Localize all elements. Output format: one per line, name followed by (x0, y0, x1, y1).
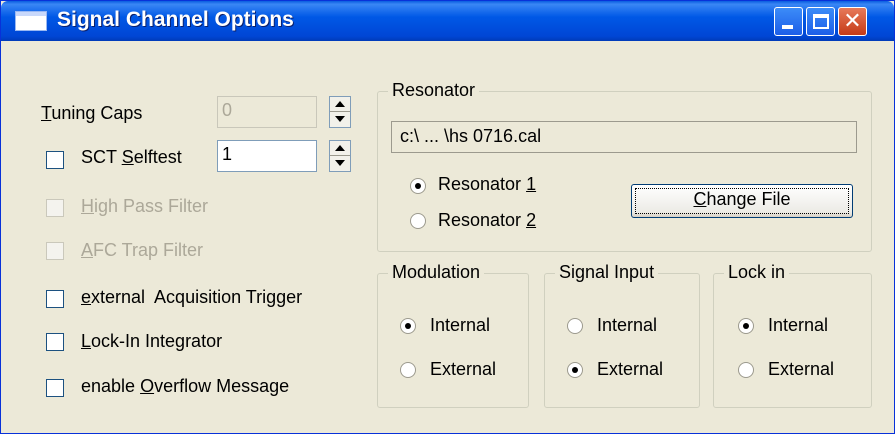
signal-input-group-title: Signal Input (555, 262, 659, 283)
high-pass-filter-checkbox (46, 199, 64, 217)
lock-in-internal-label: Internal (768, 315, 829, 335)
high-pass-filter-rest: igh Pass Filter (94, 196, 209, 216)
lock-in-integrator-rest: ock-In Integrator (91, 331, 223, 351)
dialog-client-area: Tuning Caps 0 SCT Selftest 1 High Pass F… (5, 41, 890, 429)
external-acquisition-trigger-rest: xternal Acquisition Trigger (91, 287, 303, 307)
modulation-internal-radio[interactable] (400, 318, 416, 334)
external-acquisition-trigger-accel: e (81, 287, 92, 307)
focus-rect (635, 188, 849, 214)
high-pass-filter-label: High Pass Filter (81, 196, 208, 217)
external-acquisition-trigger-label: external Acquisition Trigger (81, 287, 302, 308)
spin-down-icon[interactable] (330, 156, 350, 171)
resonator-group-title: Resonator (388, 80, 480, 101)
sct-selftest-prefix: SCT (81, 147, 122, 167)
change-file-button[interactable]: Change File (631, 184, 853, 218)
tuning-caps-spinner[interactable] (329, 96, 351, 128)
window-icon (15, 11, 47, 31)
close-button[interactable]: ✕ (838, 7, 867, 36)
high-pass-filter-accel: H (81, 196, 94, 216)
sct-selftest-label: SCT Selftest (81, 147, 182, 168)
sct-selftest-checkbox[interactable] (46, 151, 64, 169)
lock-in-external-radio[interactable] (738, 362, 754, 378)
spin-up-icon[interactable] (330, 97, 350, 112)
window-title: Signal Channel Options (57, 8, 294, 31)
afc-trap-filter-rest: FC Trap Filter (93, 240, 204, 260)
resonator-file-path: c:\ ... \hs 0716.cal (391, 121, 857, 153)
resonator-2-radio[interactable] (410, 213, 426, 229)
resonator-2-prefix: Resonator (438, 210, 527, 230)
sct-selftest-accel: S (121, 147, 134, 167)
resonator-2-label: Resonator 2 (438, 210, 536, 231)
sct-selftest-rest: elftest (133, 147, 182, 167)
overflow-message-prefix: enable (81, 376, 141, 396)
modulation-external-radio[interactable] (400, 362, 416, 378)
sct-selftest-field[interactable]: 1 (217, 140, 317, 172)
modulation-group-title: Modulation (388, 262, 485, 283)
lock-in-group-title: Lock in (724, 262, 790, 283)
signal-channel-options-window: Signal Channel Options ✕ Tuning Caps 0 S… (0, 0, 895, 434)
lock-in-group: Lock in Internal External (713, 262, 872, 408)
modulation-internal-label: Internal (430, 315, 491, 335)
close-icon: ✕ (843, 9, 862, 34)
resonator-1-label: Resonator 1 (438, 174, 536, 195)
spin-up-icon[interactable] (330, 141, 350, 156)
afc-trap-filter-label: AFC Trap Filter (81, 240, 203, 261)
signal-input-external-radio[interactable] (567, 362, 583, 378)
resonator-1-prefix: Resonator (438, 174, 527, 194)
overflow-message-label: enable Overflow Message (81, 376, 289, 397)
maximize-icon (813, 14, 829, 29)
tuning-caps-field: 0 (217, 96, 317, 128)
minimize-icon (782, 25, 793, 29)
lock-in-internal-radio[interactable] (738, 318, 754, 334)
overflow-message-checkbox[interactable] (46, 379, 64, 397)
tuning-caps-label-text: uning Caps (51, 103, 143, 123)
modulation-group: Modulation Internal External (377, 262, 529, 408)
overflow-message-rest: verflow Message (154, 376, 290, 396)
sct-selftest-spinner[interactable] (329, 140, 351, 172)
resonator-2-accel: 2 (526, 210, 537, 230)
signal-input-internal-label: Internal (597, 315, 658, 335)
overflow-message-accel: O (140, 376, 155, 396)
signal-input-group: Signal Input Internal External (544, 262, 700, 408)
maximize-button[interactable] (806, 7, 835, 36)
afc-trap-filter-accel: A (81, 240, 94, 260)
resonator-1-accel: 1 (526, 174, 537, 194)
title-bar[interactable]: Signal Channel Options ✕ (1, 1, 894, 41)
lock-in-integrator-label: Lock-In Integrator (81, 331, 222, 352)
tuning-caps-accel: T (41, 103, 52, 123)
modulation-external-label: External (430, 359, 497, 379)
external-acquisition-trigger-checkbox[interactable] (46, 290, 64, 308)
spin-down-icon[interactable] (330, 112, 350, 127)
afc-trap-filter-checkbox (46, 242, 64, 260)
lock-in-external-label: External (768, 359, 835, 379)
lock-in-integrator-accel: L (81, 331, 92, 351)
signal-input-internal-radio[interactable] (567, 318, 583, 334)
signal-input-external-label: External (597, 359, 664, 379)
lock-in-integrator-checkbox[interactable] (46, 333, 64, 351)
resonator-group: Resonator c:\ ... \hs 0716.cal Resonator… (377, 80, 872, 252)
tuning-caps-label: Tuning Caps (41, 103, 142, 124)
resonator-1-radio[interactable] (410, 178, 426, 194)
minimize-button[interactable] (774, 7, 803, 36)
